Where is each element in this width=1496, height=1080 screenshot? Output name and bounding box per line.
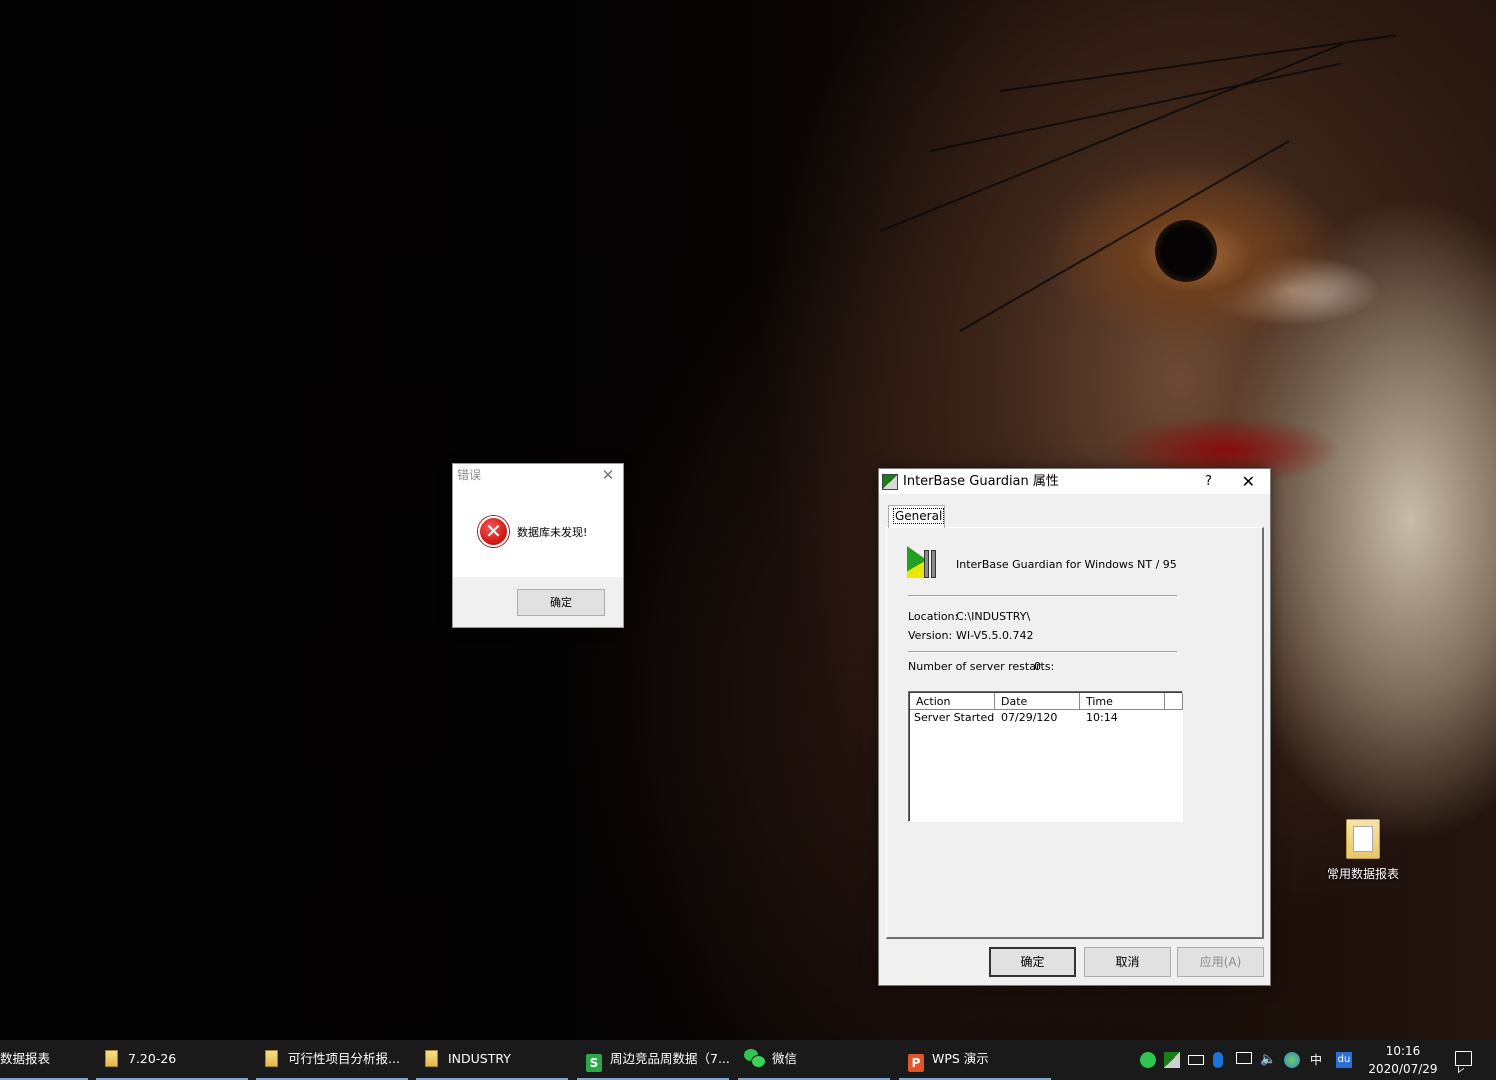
taskbar-item-label: 7.20-26 [128, 1051, 177, 1066]
restarts-value: 0 [1034, 660, 1041, 673]
clock[interactable]: 10:16 2020/07/29 [1368, 1042, 1438, 1078]
cell-date: 07/29/120 [1001, 711, 1058, 724]
list-header: Action Date Time [910, 693, 1183, 710]
folder-icon [105, 1050, 118, 1067]
server-log-list[interactable]: Action Date Time Server Started 07/29/12… [908, 691, 1183, 822]
tab-general-label: General [893, 508, 945, 524]
help-button[interactable]: ? [1205, 469, 1212, 494]
wallpaper-eye [1155, 220, 1217, 282]
wps-presentation-icon: P [908, 1054, 924, 1072]
interbase-app-icon [882, 474, 898, 490]
taskbar-item-folder-feasibility[interactable]: 可行性项目分析报... [256, 1040, 408, 1080]
network-icon[interactable] [1236, 1052, 1252, 1064]
error-dialog-titlebar[interactable]: 错误 ✕ [453, 464, 623, 486]
apply-button[interactable]: 应用(A) [1177, 947, 1264, 977]
folder-icon [265, 1050, 278, 1067]
taskbar-item-spreadsheet[interactable]: S 周边竞品周数据（7... [577, 1040, 729, 1080]
taskbar-item-label: 数据报表 [0, 1051, 51, 1066]
interbase-tray-icon[interactable] [1164, 1052, 1180, 1068]
ok-button[interactable]: 确定 [989, 947, 1076, 977]
version-value: WI-V5.5.0.742 [956, 629, 1034, 642]
error-dialog-title: 错误 [457, 468, 482, 482]
taskbar-item-reports[interactable]: 数据报表 [0, 1040, 88, 1080]
desktop-wallpaper [0, 0, 1496, 1040]
separator [908, 595, 1177, 597]
close-icon[interactable]: ✕ [1242, 469, 1255, 494]
taskbar-item-folder-industry[interactable]: INDUSTRY [416, 1040, 568, 1080]
error-message: 数据库未发现! [517, 526, 588, 539]
clock-date: 2020/07/29 [1368, 1062, 1438, 1076]
table-row[interactable]: Server Started 07/29/120 10:14 [910, 710, 1182, 725]
tab-general[interactable]: General [888, 505, 945, 528]
column-header-action[interactable]: Action [910, 693, 995, 710]
cancel-button[interactable]: 取消 [1084, 947, 1171, 977]
location-value: C:\INDUSTRY\ [956, 610, 1031, 623]
ime-indicator[interactable]: 中 [1306, 1040, 1326, 1080]
taskbar: 数据报表 7.20-26 可行性项目分析报... INDUSTRY S 周边竞品周… [0, 1040, 1496, 1080]
error-dialog-footer: 确定 [453, 577, 623, 627]
wallpaper-hair-strand [929, 62, 1342, 152]
battery-icon[interactable] [1188, 1055, 1204, 1065]
error-icon: ✕ [478, 516, 509, 547]
taskbar-item-label: WPS 演示 [932, 1051, 989, 1066]
ok-button[interactable]: 确定 [517, 589, 605, 616]
taskbar-item-label: 可行性项目分析报... [288, 1051, 400, 1066]
volume-icon[interactable]: 🔈 [1260, 1052, 1276, 1068]
wechat-tray-icon[interactable] [1140, 1052, 1156, 1068]
notification-icon[interactable] [1455, 1051, 1472, 1066]
desktop-icon-reports[interactable]: 常用数据报表 [1318, 815, 1408, 882]
column-header-date[interactable]: Date [995, 693, 1080, 710]
close-icon[interactable]: ✕ [599, 464, 617, 486]
clock-time: 10:16 [1385, 1044, 1421, 1058]
interbase-properties-dialog: InterBase Guardian 属性 ? ✕ General InterB… [878, 468, 1271, 986]
taskbar-item-folder-7-20-26[interactable]: 7.20-26 [96, 1040, 248, 1080]
product-name: InterBase Guardian for Windows NT / 95 [956, 558, 1177, 571]
column-header-time[interactable]: Time [1080, 693, 1165, 710]
baidu-input-icon[interactable]: du [1336, 1052, 1352, 1068]
folder-icon [425, 1050, 438, 1067]
taskbar-item-label: 周边竞品周数据（7... [610, 1051, 729, 1066]
browser-tray-icon[interactable] [1284, 1052, 1300, 1068]
wechat-icon [744, 1049, 766, 1068]
error-dialog: 错误 ✕ ✕ 数据库未发现! 确定 [452, 463, 624, 628]
cell-time: 10:14 [1086, 711, 1118, 724]
dialog-title: InterBase Guardian 属性 [903, 474, 1059, 489]
wallpaper-hair-strand [959, 140, 1290, 332]
taskbar-item-wechat[interactable]: 微信 [738, 1040, 890, 1080]
bluetooth-icon[interactable] [1213, 1052, 1223, 1068]
wallpaper-hair-strand [879, 42, 1344, 232]
error-dialog-body: ✕ 数据库未发现! [453, 486, 623, 577]
restarts-label: Number of server restarts: [908, 660, 1055, 673]
folder-icon [1346, 819, 1380, 859]
column-header-filler [1165, 693, 1183, 710]
cell-action: Server Started [914, 711, 995, 724]
separator [908, 651, 1177, 653]
version-label: Version: [908, 629, 953, 642]
location-label: Location: [908, 610, 959, 623]
general-panel: InterBase Guardian for Windows NT / 95 L… [886, 527, 1264, 939]
taskbar-item-label: 微信 [772, 1051, 798, 1066]
taskbar-item-label: INDUSTRY [448, 1051, 511, 1066]
desktop-icon-label: 常用数据报表 [1326, 867, 1399, 881]
wps-spreadsheet-icon: S [586, 1054, 602, 1072]
interbase-guardian-icon [907, 546, 941, 580]
dialog-titlebar[interactable]: InterBase Guardian 属性 ? ✕ [879, 469, 1270, 494]
taskbar-item-wps-presentation[interactable]: P WPS 演示 [899, 1040, 1051, 1080]
